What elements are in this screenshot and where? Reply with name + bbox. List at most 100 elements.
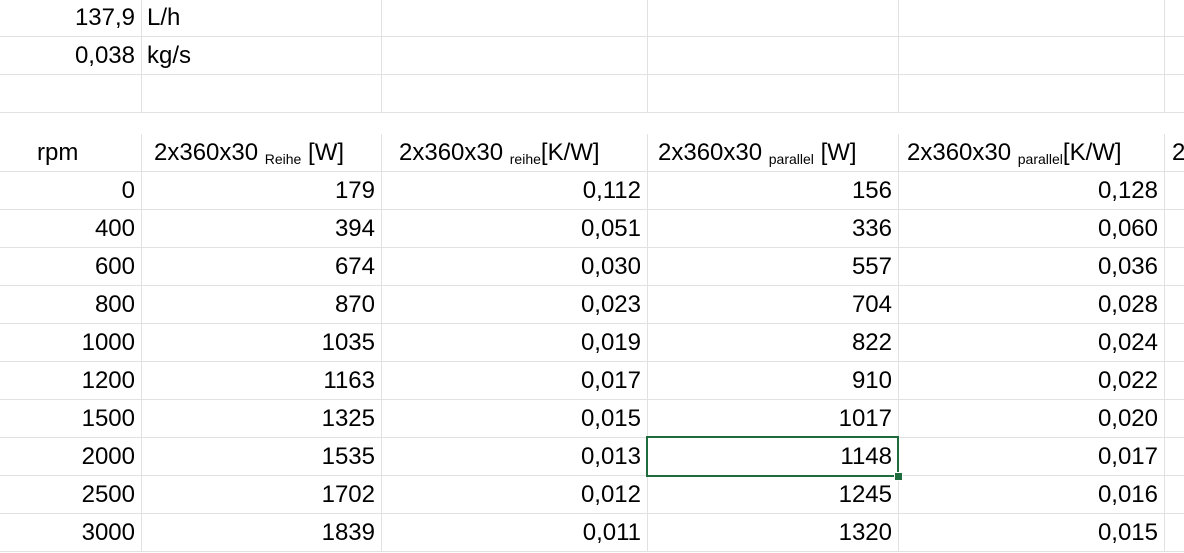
cell-empty[interactable] (1165, 476, 1184, 514)
cell-flow-lh-unit[interactable]: L/h (142, 0, 382, 37)
header-rpm[interactable]: rpm (0, 134, 142, 172)
cell-reihe-watts[interactable]: 1535 (142, 438, 382, 476)
cell-rpm[interactable]: 3000 (0, 514, 142, 552)
cell-reihe-watts[interactable]: 674 (142, 248, 382, 286)
cell-reihe-kw[interactable]: 0,019 (382, 324, 648, 362)
cell-reihe-watts[interactable]: 1035 (142, 324, 382, 362)
cell-reihe-watts[interactable]: 870 (142, 286, 382, 324)
fill-handle[interactable] (894, 472, 903, 481)
cell-parallel-watts[interactable]: 1320 (648, 514, 899, 552)
table-row: 0 179 0,112 156 0,128 (0, 172, 1184, 210)
cell-parallel-kw[interactable]: 0,028 (899, 286, 1165, 324)
header-next-column[interactable]: 2 (1165, 134, 1184, 172)
spreadsheet-grid: 137,9 L/h 0,038 kg/s rpm 2x360x30 Reihe … (0, 0, 1184, 553)
cell-empty[interactable] (142, 75, 382, 113)
cell-rpm[interactable]: 1500 (0, 400, 142, 438)
cell-empty[interactable] (382, 37, 648, 75)
cell-parallel-watts[interactable]: 557 (648, 248, 899, 286)
cell-empty[interactable] (1165, 400, 1184, 438)
cell-reihe-watts[interactable]: 1325 (142, 400, 382, 438)
cell-empty[interactable] (1165, 362, 1184, 400)
cell-empty[interactable] (1165, 210, 1184, 248)
cell-parallel-kw[interactable]: 0,020 (899, 400, 1165, 438)
cell-parallel-watts[interactable]: 704 (648, 286, 899, 324)
table-row: 2000 1535 0,013 1148 0,017 (0, 438, 1184, 476)
cell-parallel-watts[interactable]: 156 (648, 172, 899, 210)
cell-empty[interactable] (1165, 248, 1184, 286)
cell-reihe-kw[interactable]: 0,023 (382, 286, 648, 324)
table-row: 1200 1163 0,017 910 0,022 (0, 362, 1184, 400)
cell-reihe-watts[interactable]: 1163 (142, 362, 382, 400)
table-row: 1500 1325 0,015 1017 0,020 (0, 400, 1184, 438)
cell-empty[interactable] (382, 0, 648, 37)
header-reihe-kw[interactable]: 2x360x30 reihe[K/W] (382, 134, 648, 172)
cell-empty[interactable] (648, 75, 899, 113)
cell-empty[interactable] (1165, 324, 1184, 362)
header-parallel-kw[interactable]: 2x360x30 parallel[K/W] (899, 134, 1165, 172)
cell-empty[interactable] (648, 37, 899, 75)
header-parallel-watts-unit: [W] (813, 139, 857, 166)
header-reihe-kw-unit: [K/W] (540, 139, 600, 166)
cell-parallel-watts[interactable]: 910 (648, 362, 899, 400)
cell-reihe-kw[interactable]: 0,012 (382, 476, 648, 514)
header-parallel-kw-main: 2x360x30 (907, 139, 1018, 166)
cell-rpm[interactable]: 600 (0, 248, 142, 286)
cell-parallel-kw[interactable]: 0,024 (899, 324, 1165, 362)
cell-reihe-kw[interactable]: 0,015 (382, 400, 648, 438)
cell-reihe-watts[interactable]: 1839 (142, 514, 382, 552)
cell-rpm[interactable]: 0 (0, 172, 142, 210)
cell-empty[interactable] (1165, 514, 1184, 552)
cell-empty[interactable] (1165, 37, 1184, 75)
cell-parallel-watts[interactable]: 1017 (648, 400, 899, 438)
cell-parallel-kw[interactable]: 0,022 (899, 362, 1165, 400)
cell-flow-kgs-unit[interactable]: kg/s (142, 37, 382, 75)
header-parallel-watts[interactable]: 2x360x30 parallel [W] (648, 134, 899, 172)
cell-rpm[interactable]: 2000 (0, 438, 142, 476)
cell-flow-kgs-value[interactable]: 0,038 (0, 37, 142, 75)
cell-empty[interactable] (0, 75, 142, 113)
cell-parallel-kw[interactable]: 0,036 (899, 248, 1165, 286)
cell-empty[interactable] (1165, 438, 1184, 476)
cell-parallel-kw[interactable]: 0,017 (899, 438, 1165, 476)
cell-empty[interactable] (899, 37, 1165, 75)
cell-parallel-kw[interactable]: 0,015 (899, 514, 1165, 552)
cell-parallel-kw[interactable]: 0,060 (899, 210, 1165, 248)
header-reihe-watts-main: 2x360x30 (154, 139, 265, 166)
cell-parallel-watts[interactable]: 336 (648, 210, 899, 248)
table-row: 800 870 0,023 704 0,028 (0, 286, 1184, 324)
cell-empty[interactable] (648, 0, 899, 37)
cell-parallel-watts[interactable]: 822 (648, 324, 899, 362)
cell-reihe-kw[interactable]: 0,051 (382, 210, 648, 248)
cell-parallel-kw[interactable]: 0,128 (899, 172, 1165, 210)
cell-reihe-watts[interactable]: 1702 (142, 476, 382, 514)
cell-reihe-watts[interactable]: 394 (142, 210, 382, 248)
cell-empty[interactable] (382, 75, 648, 113)
cell-reihe-kw[interactable]: 0,013 (382, 438, 648, 476)
cell-reihe-kw[interactable]: 0,017 (382, 362, 648, 400)
cell-reihe-watts[interactable]: 179 (142, 172, 382, 210)
sheet-row: 137,9 L/h (0, 0, 1184, 37)
cell-rpm[interactable]: 1200 (0, 362, 142, 400)
cell-empty[interactable] (899, 75, 1165, 113)
cell-empty[interactable] (1165, 172, 1184, 210)
cell-parallel-watts-selected[interactable]: 1148 (648, 438, 899, 476)
cell-rpm[interactable]: 400 (0, 210, 142, 248)
cell-empty[interactable] (1165, 75, 1184, 113)
sheet-row: 0,038 kg/s (0, 37, 1184, 75)
cell-empty[interactable] (1165, 286, 1184, 324)
cell-reihe-kw[interactable]: 0,112 (382, 172, 648, 210)
cell-empty[interactable] (1165, 0, 1184, 37)
cell-parallel-kw[interactable]: 0,016 (899, 476, 1165, 514)
cell-rpm[interactable]: 800 (0, 286, 142, 324)
header-reihe-watts-sub: Reihe (264, 151, 302, 167)
header-parallel-watts-main: 2x360x30 (658, 139, 769, 166)
cell-rpm[interactable]: 2500 (0, 476, 142, 514)
cell-empty[interactable] (899, 0, 1165, 37)
cell-flow-lh-value[interactable]: 137,9 (0, 0, 142, 37)
cell-parallel-watts[interactable]: 1245 (648, 476, 899, 514)
cell-reihe-kw[interactable]: 0,011 (382, 514, 648, 552)
cell-reihe-kw[interactable]: 0,030 (382, 248, 648, 286)
header-reihe-watts[interactable]: 2x360x30 Reihe [W] (142, 134, 382, 172)
cell-rpm[interactable]: 1000 (0, 324, 142, 362)
table-row: 2500 1702 0,012 1245 0,016 (0, 476, 1184, 514)
